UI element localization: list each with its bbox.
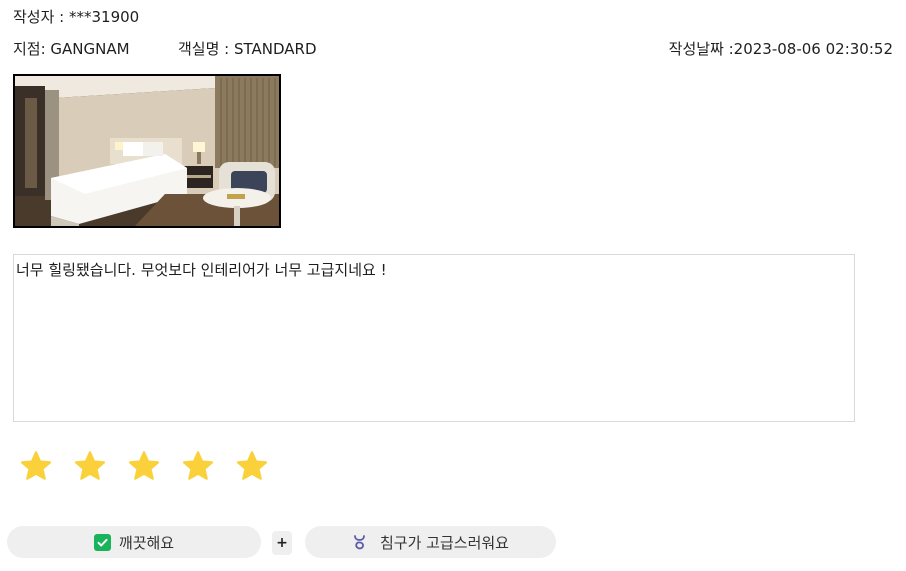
review-text-area[interactable]: 너무 힐링됐습니다. 무엇보다 인테리어가 너무 고급지네요 ! xyxy=(13,254,855,422)
author-label: 작성자 : ***31900 xyxy=(13,8,140,26)
review-card: 작성자 : ***31900 지점: GANGNAM 객실명 : STANDAR… xyxy=(0,0,906,571)
date-label: 작성날짜 :2023-08-06 02:30:52 xyxy=(668,40,893,58)
star-rating xyxy=(18,449,270,485)
bed-icon xyxy=(354,535,365,550)
check-icon xyxy=(93,533,111,551)
star-icon xyxy=(128,451,160,480)
room-name-label: 객실명 : STANDARD xyxy=(178,40,317,58)
branch-label: 지점: GANGNAM xyxy=(13,40,130,58)
star-icon xyxy=(236,451,268,480)
add-tag-button[interactable]: + xyxy=(272,531,292,555)
star-icon xyxy=(182,451,214,480)
star-icon xyxy=(20,451,52,480)
tag-clean-label: 깨끗해요 xyxy=(118,533,175,552)
star-icon xyxy=(74,451,106,480)
tag-clean-chip[interactable]: 깨끗해요 xyxy=(7,526,261,558)
tag-bedding-label: 침구가 고급스러워요 xyxy=(380,533,509,552)
tag-bedding-chip[interactable]: 침구가 고급스러워요 xyxy=(305,526,556,558)
room-photo-illustration xyxy=(15,76,279,226)
hotel-room-photo[interactable] xyxy=(13,74,281,228)
